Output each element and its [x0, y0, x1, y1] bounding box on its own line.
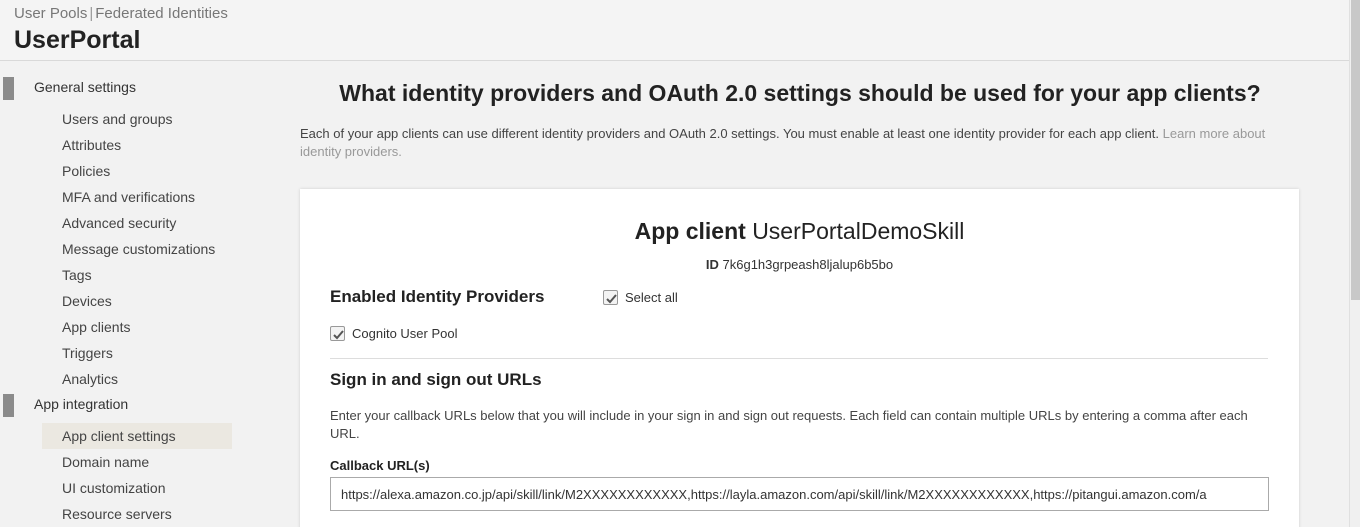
user-pools-link[interactable]: User Pools: [14, 5, 87, 22]
sidebar-item-attributes[interactable]: Attributes: [42, 132, 232, 158]
sidebar-item-ui-customization[interactable]: UI customization: [42, 475, 232, 501]
page-title: UserPortal: [14, 26, 141, 54]
app-client-label: App client: [634, 218, 746, 244]
sidebar-item-advanced-security[interactable]: Advanced security: [42, 210, 232, 236]
sidebar-section-app-integration[interactable]: App integration: [0, 392, 270, 418]
cognito-row[interactable]: Cognito User Pool: [330, 326, 458, 341]
breadcrumb: User Pools | Federated Identities: [14, 5, 228, 22]
sidebar-item-analytics[interactable]: Analytics: [42, 366, 232, 392]
sidebar-item-mfa[interactable]: MFA and verifications: [42, 184, 232, 210]
page-scrollbar[interactable]: [1349, 0, 1360, 527]
enabled-providers-heading: Enabled Identity Providers: [330, 287, 545, 306]
app-client-name: UserPortalDemoSkill: [752, 218, 965, 244]
select-all-label: Select all: [625, 290, 678, 305]
sidebar-item-app-clients[interactable]: App clients: [42, 314, 232, 340]
intro-text: Each of your app clients can use differe…: [300, 125, 1280, 161]
urls-description: Enter your callback URLs below that you …: [330, 408, 1248, 441]
app-client-title: App client UserPortalDemoSkill: [300, 218, 1299, 245]
intro-body: Each of your app clients can use differe…: [300, 126, 1160, 141]
sidebar-item-message-customizations[interactable]: Message customizations: [42, 236, 232, 262]
select-all-checkbox[interactable]: [603, 290, 618, 305]
app-client-card: App client UserPortalDemoSkill ID 7k6g1h…: [300, 189, 1299, 527]
cognito-user-pool-label: Cognito User Pool: [352, 326, 458, 341]
sidebar-item-domain-name[interactable]: Domain name: [42, 449, 232, 475]
section-marker: [3, 394, 14, 417]
checkmark-icon: [606, 294, 617, 304]
breadcrumb-separator: |: [89, 5, 94, 22]
app-client-id: ID 7k6g1h3grpeash8ljalup6b5bo: [300, 257, 1299, 272]
id-value: 7k6g1h3grpeash8ljalup6b5bo: [722, 257, 894, 272]
sidebar-item-resource-servers[interactable]: Resource servers: [42, 501, 232, 527]
select-all-row[interactable]: Select all: [603, 290, 678, 305]
sidebar-item-triggers[interactable]: Triggers: [42, 340, 232, 366]
scrollbar-thumb[interactable]: [1351, 0, 1360, 300]
cognito-user-pool-checkbox[interactable]: [330, 326, 345, 341]
sign-in-urls-heading: Sign in and sign out URLs: [330, 370, 542, 389]
callback-urls-label: Callback URL(s): [330, 458, 430, 473]
sidebar-item-tags[interactable]: Tags: [42, 262, 232, 288]
sidebar-item-devices[interactable]: Devices: [42, 288, 232, 314]
section-divider: [330, 358, 1268, 359]
sidebar-item-policies[interactable]: Policies: [42, 158, 232, 184]
section-label-app-integration: App integration: [34, 396, 129, 412]
page-header: User Pools | Federated Identities UserPort…: [0, 0, 1349, 61]
federated-identities-link[interactable]: Federated Identities: [95, 5, 228, 22]
sidebar-item-app-client-settings[interactable]: App client settings: [42, 423, 232, 449]
sidebar-section-general[interactable]: General settings: [0, 75, 270, 101]
callback-urls-input[interactable]: [330, 477, 1269, 511]
id-label: ID: [705, 257, 719, 272]
sidebar: General settings Users and groups Attrib…: [0, 62, 270, 527]
section-label-general: General settings: [34, 79, 136, 95]
sidebar-item-users-and-groups[interactable]: Users and groups: [42, 106, 232, 132]
section-marker: [3, 77, 14, 100]
checkmark-icon: [333, 330, 344, 340]
main-heading: What identity providers and OAuth 2.0 se…: [339, 80, 1261, 106]
